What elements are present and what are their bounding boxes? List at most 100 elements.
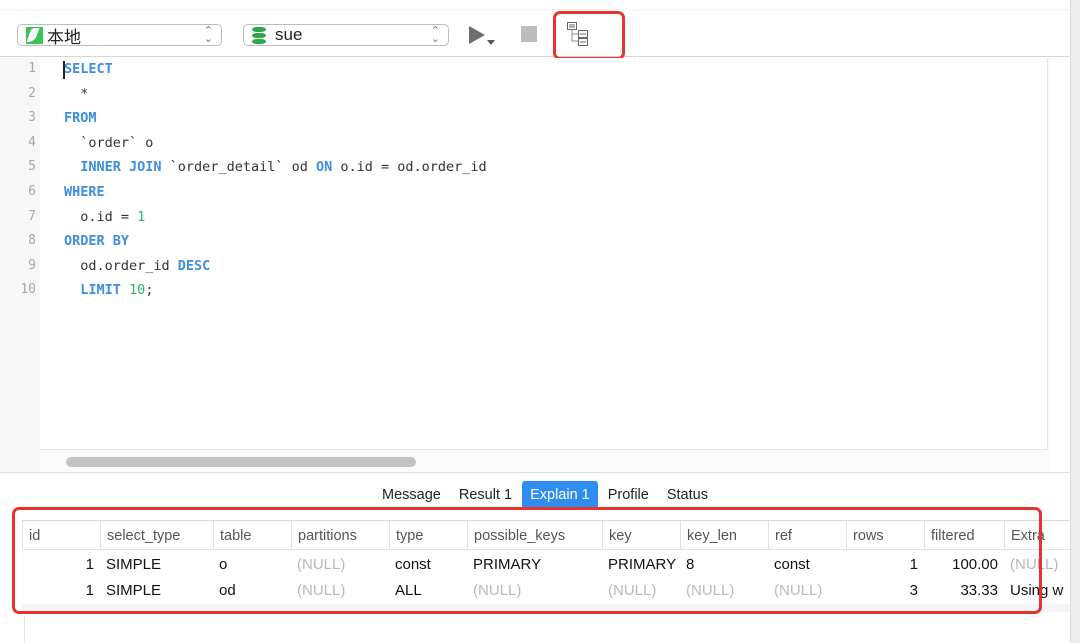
sql-number: 1 <box>137 208 146 225</box>
code-area[interactable] <box>40 58 1048 450</box>
sql-editor[interactable]: 1 SELECT 2 * 3 FROM 4 `order` o 5 INNER JOIN `… <box>0 58 1049 472</box>
sql-text: o.id = od.order_id <box>332 159 487 176</box>
connection-select[interactable]: 本地 ⌃ ⌄ <box>17 24 222 47</box>
code-line[interactable]: * <box>64 86 88 102</box>
table-row[interactable]: 1 SIMPLE od (NULL) ALL (NULL) (NULL) (NULL) (NUL… <box>22 578 1070 604</box>
database-label: sue <box>275 25 303 44</box>
cell-id[interactable]: 1 <box>22 552 100 578</box>
cell-possible-keys[interactable]: (NULL) <box>467 578 602 604</box>
line-number: 2 <box>28 85 36 101</box>
code-line[interactable]: od.order_id DESC <box>64 258 210 274</box>
column-header-select-type[interactable]: select_type <box>100 521 213 550</box>
cell-ref[interactable]: const <box>768 552 846 578</box>
cell-extra[interactable]: Using w <box>1004 578 1074 604</box>
column-header-ref[interactable]: ref <box>768 521 846 550</box>
line-number: 1 <box>28 61 36 76</box>
code-line[interactable]: ORDER BY <box>64 233 129 249</box>
cell-partitions[interactable]: (NULL) <box>291 552 389 578</box>
table-row[interactable]: 1 SIMPLE o (NULL) const PRIMARY PRIMARY 8 const 1… <box>22 552 1070 578</box>
line-number: 3 <box>28 110 36 126</box>
cell-select-type[interactable]: SIMPLE <box>100 578 213 604</box>
sql-keyword: DESC <box>177 257 211 274</box>
chevron-updown-icon: ⌃ ⌄ <box>203 25 213 45</box>
title-strip <box>0 0 1070 10</box>
tab-profile[interactable]: Profile <box>600 481 657 507</box>
stop-button[interactable] <box>521 26 537 42</box>
horizontal-scrollbar-thumb[interactable] <box>66 457 416 467</box>
cell-key[interactable]: PRIMARY <box>602 552 680 578</box>
cell-table[interactable]: o <box>213 552 291 578</box>
code-line[interactable]: LIMIT 10; <box>64 282 153 298</box>
query-toolbar: 本地 ⌃ ⌄ sue ⌃ ⌄ <box>0 11 1070 60</box>
database-icon <box>252 26 266 44</box>
tab-status[interactable]: Status <box>659 481 716 507</box>
cell-filtered[interactable]: 100.00 <box>924 552 1004 578</box>
cell-type[interactable]: ALL <box>389 578 467 604</box>
sql-keyword: SELECT <box>64 61 113 77</box>
cell-filtered[interactable]: 33.33 <box>924 578 1004 604</box>
column-header-key[interactable]: key <box>602 521 680 550</box>
code-line[interactable]: WHERE <box>64 184 105 200</box>
sql-keyword: ORDER BY <box>64 233 130 250</box>
run-button[interactable] <box>466 24 500 48</box>
sql-keyword: FROM <box>64 110 97 127</box>
column-header-table[interactable]: table <box>213 521 291 550</box>
cell-partitions[interactable]: (NULL) <box>291 578 389 604</box>
cell-id[interactable]: 1 <box>22 578 100 604</box>
sql-keyword: INNER JOIN <box>80 159 162 176</box>
column-header-type[interactable]: type <box>389 521 467 550</box>
line-number: 9 <box>28 257 36 273</box>
cell-extra[interactable]: (NULL) <box>1004 552 1074 578</box>
sql-text: ; <box>145 282 154 299</box>
cell-possible-keys[interactable]: PRIMARY <box>467 552 602 578</box>
cell-table[interactable]: od <box>213 578 291 604</box>
line-number: 4 <box>28 134 36 150</box>
tab-result-1[interactable]: Result 1 <box>451 481 520 507</box>
mysql-connection-icon <box>26 26 43 44</box>
sql-text: o.id = <box>64 208 138 225</box>
cell-key-len[interactable]: 8 <box>680 552 768 578</box>
cell-type[interactable]: const <box>389 552 467 578</box>
grid-footer <box>22 604 1070 612</box>
connection-label: 本地 <box>47 27 81 47</box>
tab-message[interactable]: Message <box>374 481 449 507</box>
results-empty-area <box>24 616 1070 643</box>
chevron-updown-icon: ⌃ ⌄ <box>430 25 440 45</box>
run-triangle-icon <box>469 26 485 44</box>
navicat-query-window: 本地 ⌃ ⌄ sue ⌃ ⌄ 1 SELECT 2 * 3 FROM 4 `or… <box>0 0 1080 643</box>
cell-rows[interactable]: 3 <box>846 578 924 604</box>
explain-tree-icon <box>567 22 588 46</box>
sql-text: `order_detail` od <box>161 159 316 176</box>
code-line[interactable]: INNER JOIN `order_detail` od ON o.id = o… <box>64 159 487 176</box>
column-header-extra[interactable]: Extra <box>1004 521 1074 550</box>
column-header-rows[interactable]: rows <box>846 521 924 550</box>
cell-key[interactable]: (NULL) <box>602 578 680 604</box>
cell-select-type[interactable]: SIMPLE <box>100 552 213 578</box>
results-pane: Message Result 1 Explain 1 Profile Statu… <box>0 472 1070 643</box>
code-line[interactable]: o.id = 1 <box>64 209 145 225</box>
cell-ref[interactable]: (NULL) <box>768 578 846 604</box>
explain-button[interactable] <box>566 21 592 47</box>
database-select[interactable]: sue ⌃ ⌄ <box>243 24 449 46</box>
cell-key-len[interactable]: (NULL) <box>680 578 768 604</box>
code-line[interactable]: SELECT <box>64 61 113 77</box>
sql-text: * <box>64 85 89 102</box>
column-header-filtered[interactable]: filtered <box>924 521 1004 550</box>
text-caret <box>63 61 65 79</box>
sql-number: 10 <box>129 282 146 299</box>
cell-rows[interactable]: 1 <box>846 552 924 578</box>
column-header-partitions[interactable]: partitions <box>291 521 389 550</box>
column-header-possible-keys[interactable]: possible_keys <box>467 521 602 550</box>
code-line[interactable]: FROM <box>64 110 97 126</box>
sql-keyword: WHERE <box>64 184 105 200</box>
column-header-key-len[interactable]: key_len <box>680 521 768 550</box>
code-line[interactable]: `order` o <box>64 135 153 151</box>
line-number: 5 <box>28 159 36 175</box>
tab-explain-1[interactable]: Explain 1 <box>522 481 598 507</box>
run-dropdown-icon[interactable] <box>487 40 495 45</box>
column-header-id[interactable]: id <box>22 521 100 550</box>
line-number: 6 <box>28 184 36 199</box>
